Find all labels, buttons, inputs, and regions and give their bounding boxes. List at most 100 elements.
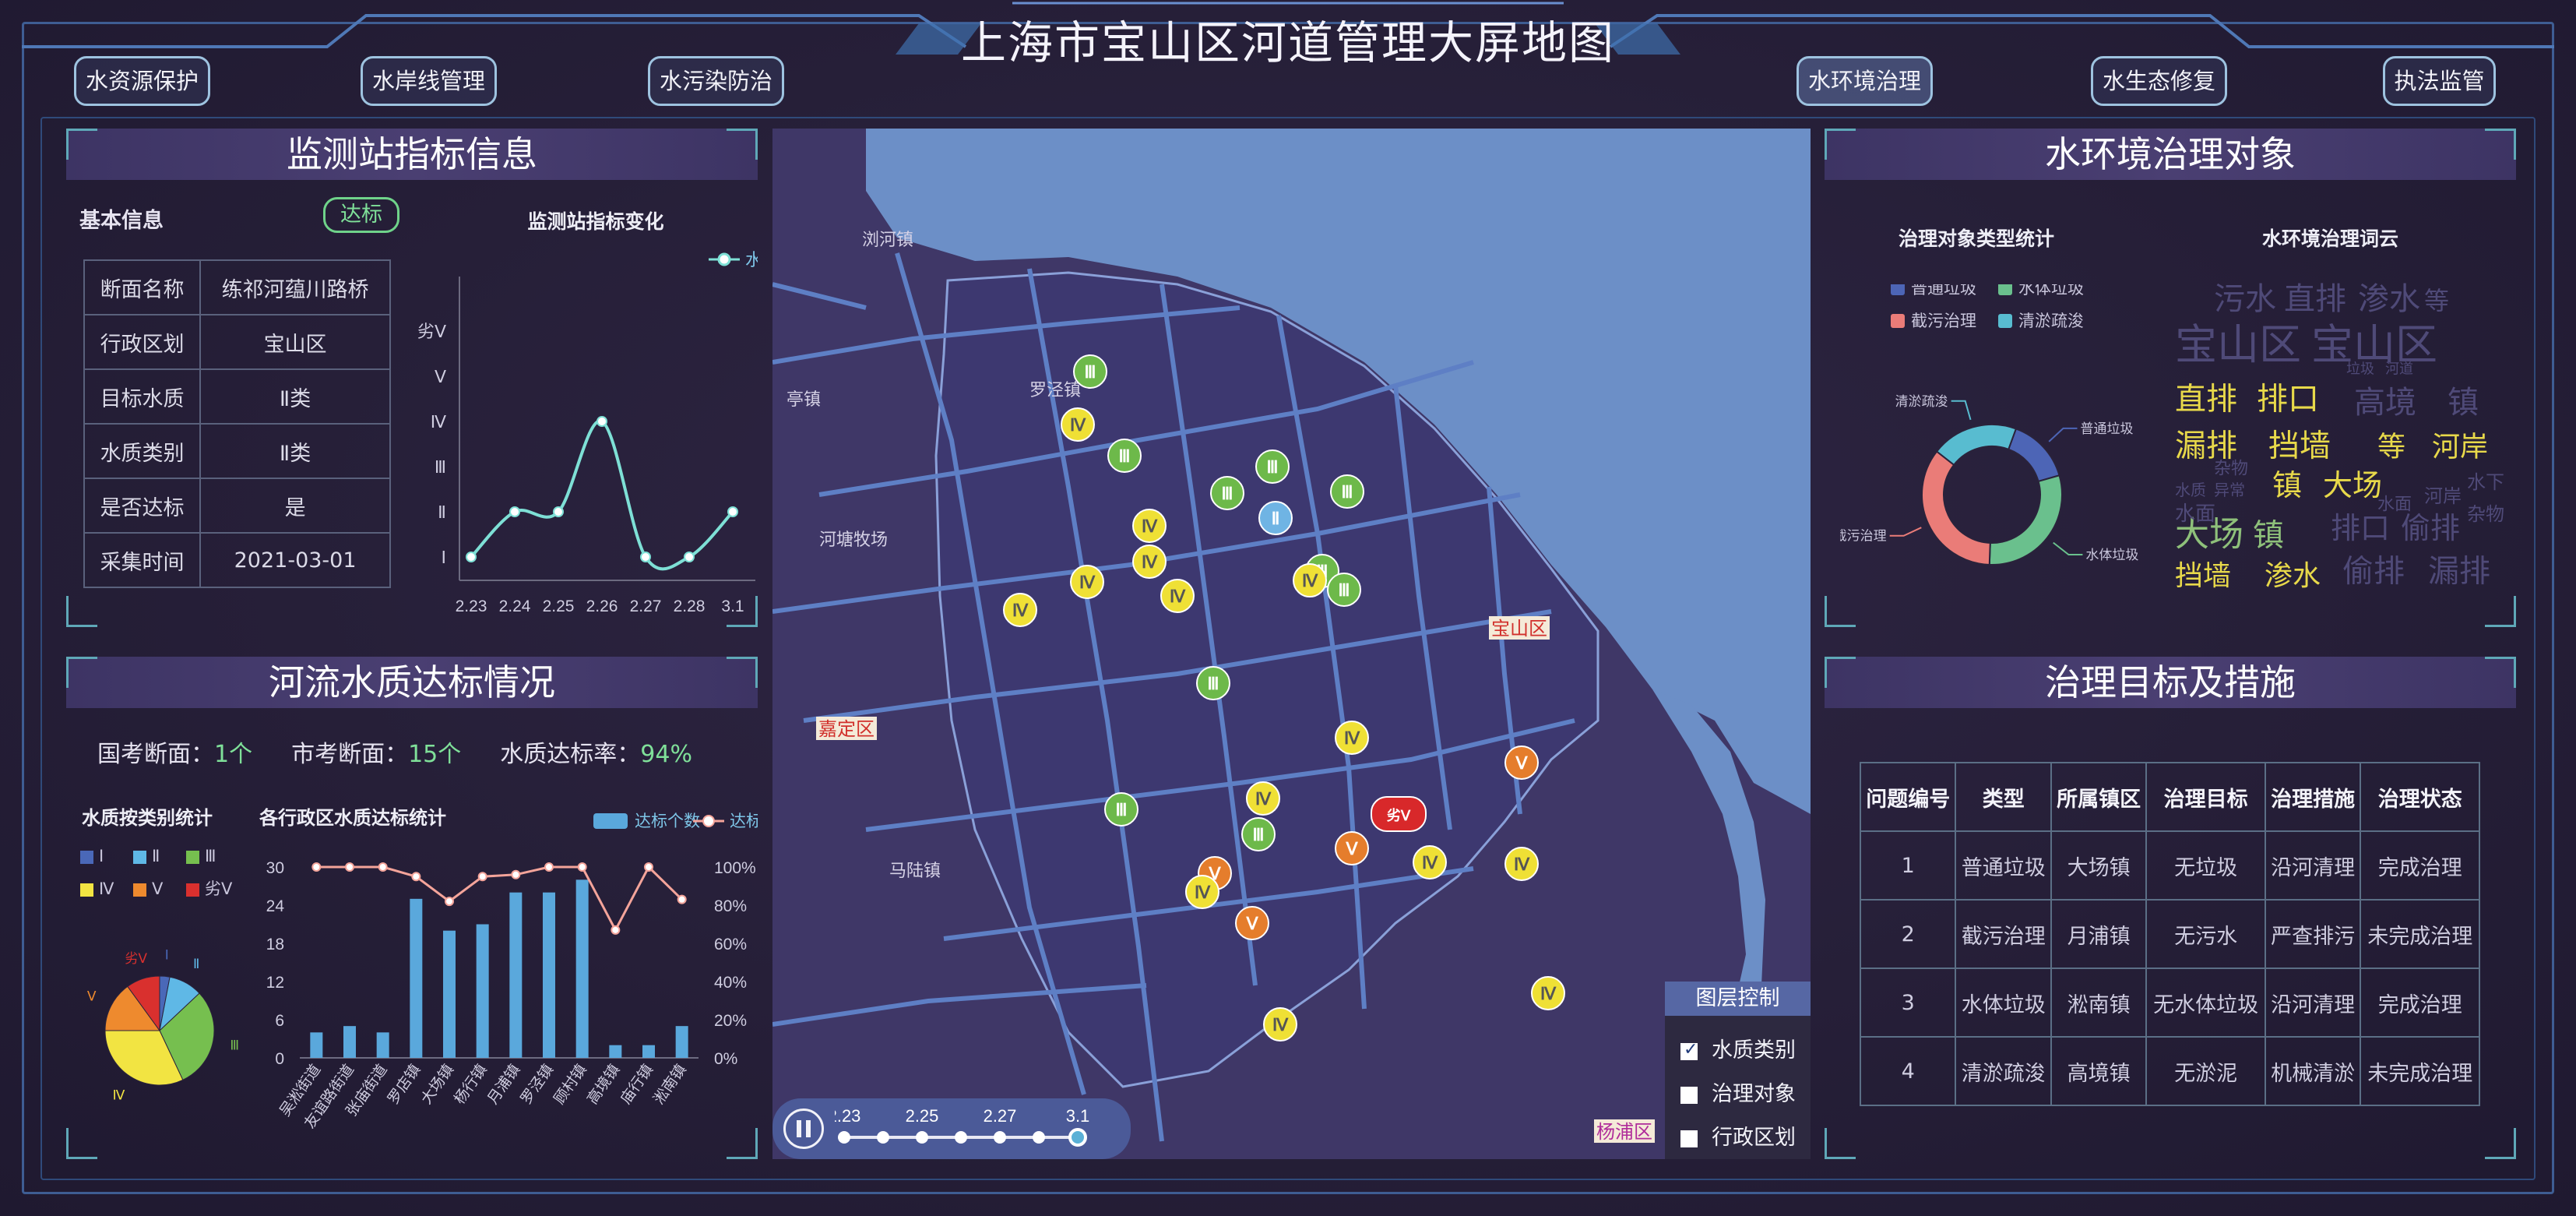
- timeline-label: 2.27: [984, 1106, 1017, 1126]
- gov-row: 2 截污治理 月浦镇 无污水 严查排污 未完成治理: [1859, 899, 2480, 969]
- map-marker-label: Ⅳ: [1344, 728, 1360, 748]
- donut-title: 治理对象类型统计: [1899, 227, 2055, 250]
- map-marker-label: Ⅲ: [1341, 482, 1353, 502]
- y-right-tick: 40%: [714, 974, 747, 992]
- layer-control: 图层控制 水质类别 治理对象 行政区划: [1665, 982, 1811, 1159]
- pie-legend-swatch: [133, 883, 146, 897]
- gov-cell: 未完成治理: [2360, 1036, 2480, 1106]
- series-line: [470, 419, 734, 571]
- station-chart-title: 监测站指标变化: [527, 210, 663, 233]
- pie-slice-label: Ⅴ: [87, 989, 97, 1004]
- y-right-tick: 100%: [714, 859, 756, 877]
- river-panel: 河流水质达标情况 国考断面：1个 市考断面：15个 水质达标率：94% 水质按类别统…: [66, 657, 758, 1159]
- layer-item-objects[interactable]: 治理对象: [1680, 1077, 1796, 1107]
- y-right-tick: 60%: [714, 936, 747, 953]
- district-yangpu: 杨浦区: [1596, 1122, 1652, 1143]
- checkbox-district[interactable]: [1680, 1130, 1698, 1147]
- nav-ecology[interactable]: 水生态修复: [2091, 56, 2227, 106]
- donut-legend-label: 普通垃圾: [1911, 284, 1976, 298]
- gov-cell: 高境镇: [2050, 1036, 2148, 1106]
- wordcloud-word: 高境: [2354, 386, 2416, 420]
- station-info-row: 行政区划 宝山区: [83, 314, 391, 370]
- legend-label: 水质: [745, 250, 758, 270]
- nav-pollution[interactable]: 水污染防治: [648, 56, 784, 106]
- timeline-dot: [916, 1131, 928, 1144]
- layer-item-district[interactable]: 行政区划: [1680, 1120, 1796, 1151]
- y-tick-label: Ⅱ: [438, 502, 446, 522]
- donut-legend-swatch: [1891, 284, 1905, 295]
- pie-slice-label: 劣Ⅴ: [125, 951, 147, 966]
- gov-cell: 水体垃圾: [1955, 968, 2052, 1038]
- timeline-dot: [1068, 1128, 1087, 1147]
- map-marker-label: Ⅳ: [1514, 855, 1530, 874]
- map-area[interactable]: 宝山区 嘉定区 杨浦区 浏河镇 罗泾镇 亭镇 马陆镇 河塘牧场 ⅢⅣⅢⅢⅢⅢⅡⅣⅣⅣⅣⅣ…: [772, 129, 1811, 1159]
- wordcloud-word: 宝山区: [2175, 322, 2301, 368]
- pie-slice-label: Ⅱ: [193, 957, 199, 971]
- gov-header-cell: 所属镇区: [2050, 762, 2148, 832]
- stat-city-label: 市考断面：: [291, 741, 409, 768]
- map-marker-label: Ⅳ: [1422, 853, 1438, 872]
- bar-category-label: 顾村镇: [551, 1061, 590, 1107]
- map-marker-label: Ⅲ: [1118, 446, 1130, 466]
- pause-button[interactable]: [783, 1108, 824, 1149]
- stat-rate-value: 94%: [640, 741, 692, 768]
- data-point: [509, 506, 520, 517]
- gov-panel: 治理目标及措施 问题编号 类型 所属镇区 治理目标 治理措施 治理状态 1 普通垃圾 大场镇无…: [1825, 657, 2516, 1159]
- rate-point: [477, 872, 487, 882]
- nav-enforcement[interactable]: 执法监管: [2383, 56, 2496, 106]
- bar: [575, 879, 589, 1058]
- bar: [543, 892, 555, 1058]
- bar: [343, 1026, 356, 1058]
- checkbox-objects[interactable]: [1680, 1086, 1698, 1104]
- gov-cell: 无水体垃圾: [2145, 968, 2266, 1038]
- station-info-row: 是否达标是: [83, 478, 391, 534]
- wordcloud-word: 偷排: [2342, 554, 2405, 588]
- map-marker-label: Ⅲ: [1252, 825, 1264, 844]
- donut-legend-label: 清淤疏浚: [2018, 312, 2084, 330]
- wordcloud-word: 水面: [2175, 502, 2215, 525]
- nav-environment[interactable]: 水环境治理: [1797, 56, 1933, 106]
- donut-leader: [2048, 427, 2078, 442]
- checkbox-water-quality[interactable]: [1680, 1040, 1698, 1060]
- wordcloud-word: 垃圾: [2346, 361, 2374, 377]
- info-key: 是否达标: [83, 478, 202, 534]
- data-point: [727, 506, 738, 517]
- timeline-label: 2.25: [906, 1106, 939, 1126]
- pie-legend-label: Ⅱ: [152, 848, 160, 865]
- timeline-dot: [1033, 1131, 1045, 1144]
- map-marker-label: Ⅴ: [1245, 914, 1258, 933]
- pie-slice-label: Ⅲ: [230, 1038, 239, 1052]
- gov-cell: 无淤泥: [2145, 1036, 2266, 1106]
- gov-cell: 1: [1859, 830, 1957, 901]
- map-canvas[interactable]: 宝山区 嘉定区 杨浦区 浏河镇罗泾镇亭镇马陆镇河塘牧场 ⅢⅣⅢⅢⅢ ⅢⅡⅣⅣⅣⅣⅣ…: [772, 129, 1811, 1159]
- nav-shoreline[interactable]: 水岸线管理: [361, 56, 497, 106]
- map-marker-label: Ⅳ: [1142, 552, 1158, 572]
- x-tick-label: 2.25: [543, 597, 575, 612]
- y-left-tick: 12: [266, 974, 284, 992]
- river-stats: 国考断面：1个 市考断面：15个 水质达标率：94%: [97, 735, 692, 769]
- stat-rate-label: 水质达标率：: [500, 741, 641, 768]
- wordcloud-word: 漏排: [2428, 554, 2490, 588]
- bar-category-label: 杨行镇: [451, 1061, 491, 1107]
- info-value: 练祁河蕴川路桥: [199, 259, 391, 315]
- map-marker-label: Ⅲ: [1115, 800, 1127, 819]
- y-right-tick: 0%: [714, 1050, 737, 1068]
- info-key: 水质类别: [83, 423, 202, 479]
- timeline-dot: [877, 1131, 889, 1144]
- donut-legend-swatch: [1998, 314, 2012, 328]
- donut-slice-label: 普通垃圾: [2080, 421, 2133, 436]
- station-info-row: 采集时间 2021-03-01: [83, 532, 391, 588]
- env-panel: 水环境治理对象 治理对象类型统计 水环境治理词云 普通垃圾 水体垃圾 截污治理 清淤疏…: [1825, 129, 2516, 627]
- place-label: 河塘牧场: [819, 530, 888, 549]
- donut-slice-label: 截污治理: [1840, 529, 1887, 544]
- station-title: 监测站指标信息: [66, 129, 758, 180]
- nav-water-resource[interactable]: 水资源保护: [74, 56, 210, 106]
- gov-row: 1 普通垃圾 大场镇 无垃圾 沿河清理 完成治理: [1859, 830, 2480, 901]
- layer-item-water-quality[interactable]: 水质类别: [1680, 1033, 1796, 1063]
- bar: [310, 1032, 323, 1058]
- pie-legend-label: Ⅲ: [205, 848, 216, 865]
- y-tick-label: Ⅲ: [435, 457, 446, 477]
- timeline-track[interactable]: 2.23 2.25 2.27 3.1: [835, 1098, 1131, 1159]
- gov-cell: 完成治理: [2360, 968, 2480, 1038]
- gov-title: 治理目标及措施: [1825, 657, 2516, 708]
